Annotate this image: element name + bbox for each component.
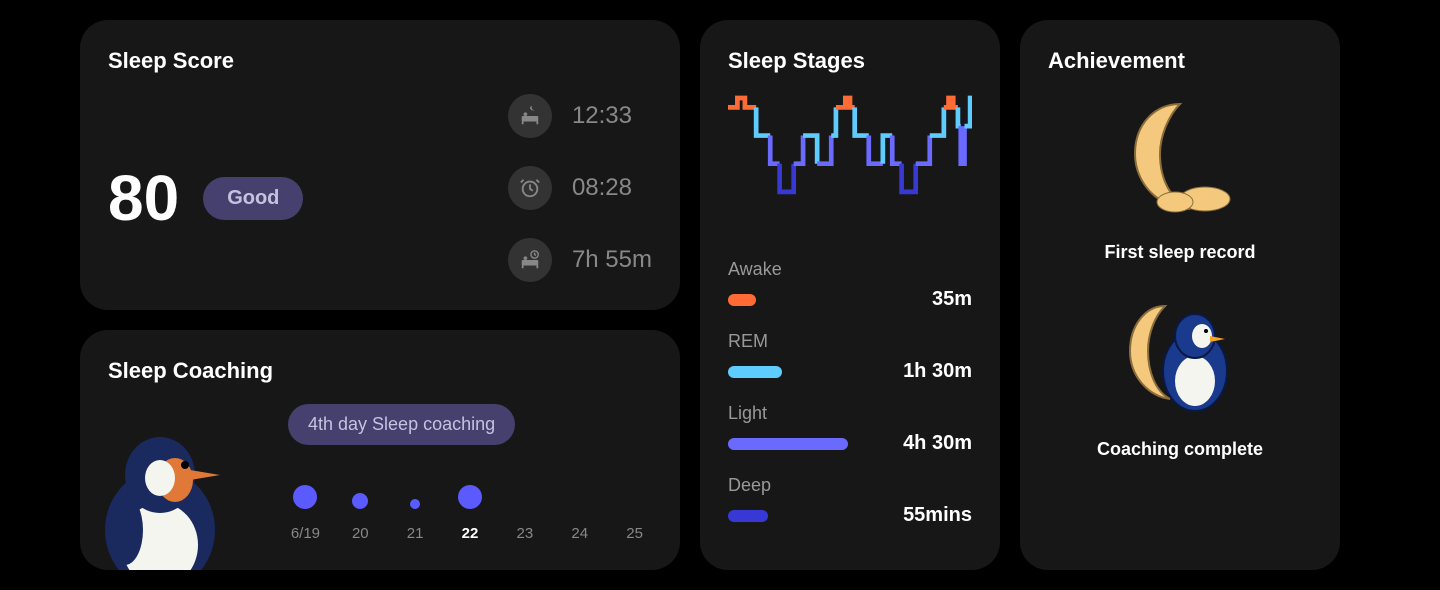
duration-row: 7h 55m bbox=[508, 238, 652, 282]
duration-value: 7h 55m bbox=[572, 246, 652, 274]
stage-value: 4h 30m bbox=[903, 432, 972, 455]
coaching-title: Sleep Coaching bbox=[108, 358, 652, 384]
day-col[interactable]: 22 bbox=[453, 485, 488, 542]
waketime-value: 08:28 bbox=[572, 174, 632, 202]
stages-title: Sleep Stages bbox=[728, 48, 972, 74]
stage-value: 35m bbox=[932, 288, 972, 311]
day-dot-icon bbox=[520, 499, 530, 509]
day-col[interactable]: 20 bbox=[343, 493, 378, 542]
day-dot-icon bbox=[575, 499, 585, 509]
stage-item-rem: REM 1h 30m bbox=[728, 331, 972, 383]
waketime-row: 08:28 bbox=[508, 166, 652, 210]
day-col[interactable]: 23 bbox=[507, 499, 542, 542]
sleep-stages-card: Sleep Stages Awake 35m REM bbox=[700, 20, 1000, 570]
day-label: 25 bbox=[626, 525, 643, 542]
stage-pill-icon bbox=[728, 294, 756, 306]
day-dot-icon bbox=[630, 499, 640, 509]
stage-pill-icon bbox=[728, 366, 782, 378]
day-col[interactable]: 21 bbox=[398, 499, 433, 542]
day-dot-icon bbox=[458, 485, 482, 509]
bed-clock-icon bbox=[508, 238, 552, 282]
stage-name: Deep bbox=[728, 475, 972, 496]
sleep-coaching-card: Sleep Coaching 4th day Sleep coaching 6/… bbox=[80, 330, 680, 570]
coaching-day-badge: 4th day Sleep coaching bbox=[288, 404, 515, 445]
sleep-score-title: Sleep Score bbox=[108, 48, 652, 74]
penguin-moon-badge-icon bbox=[1110, 291, 1250, 421]
score-rating-badge: Good bbox=[203, 177, 303, 220]
stage-item-deep: Deep 55mins bbox=[728, 475, 972, 527]
achievement-label: First sleep record bbox=[1104, 242, 1255, 263]
day-dot-icon bbox=[293, 485, 317, 509]
day-dot-icon bbox=[410, 499, 420, 509]
score-value: 80 bbox=[108, 166, 179, 230]
stage-value: 1h 30m bbox=[903, 360, 972, 383]
stage-name: Awake bbox=[728, 259, 972, 280]
bedtime-row: 12:33 bbox=[508, 94, 652, 138]
day-label: 21 bbox=[407, 525, 424, 542]
day-label: 20 bbox=[352, 525, 369, 542]
day-label: 24 bbox=[571, 525, 588, 542]
achievement-label: Coaching complete bbox=[1097, 439, 1263, 460]
stage-pill-icon bbox=[728, 510, 768, 522]
coaching-days-row: 6/19 20 21 22 23 bbox=[288, 485, 652, 542]
stage-item-awake: Awake 35m bbox=[728, 259, 972, 311]
penguin-mascot-icon bbox=[90, 430, 230, 570]
day-label: 22 bbox=[462, 525, 479, 542]
stage-pill-icon bbox=[728, 438, 848, 450]
achievement-title: Achievement bbox=[1048, 48, 1312, 74]
stage-name: REM bbox=[728, 331, 972, 352]
bed-moon-icon bbox=[508, 94, 552, 138]
stage-item-light: Light 4h 30m bbox=[728, 403, 972, 455]
day-col[interactable]: 24 bbox=[562, 499, 597, 542]
day-col[interactable]: 6/19 bbox=[288, 485, 323, 542]
achievement-item[interactable]: First sleep record bbox=[1048, 94, 1312, 263]
day-label: 6/19 bbox=[291, 525, 320, 542]
day-col[interactable]: 25 bbox=[617, 499, 652, 542]
moon-badge-icon bbox=[1110, 94, 1250, 224]
alarm-clock-icon bbox=[508, 166, 552, 210]
stages-chart bbox=[728, 94, 972, 224]
day-dot-icon bbox=[352, 493, 368, 509]
day-label: 23 bbox=[517, 525, 534, 542]
achievement-card: Achievement First sleep record bbox=[1020, 20, 1340, 570]
sleep-score-card: Sleep Score 80 Good bbox=[80, 20, 680, 310]
bedtime-value: 12:33 bbox=[572, 102, 632, 130]
stage-name: Light bbox=[728, 403, 972, 424]
achievement-item[interactable]: Coaching complete bbox=[1048, 291, 1312, 460]
